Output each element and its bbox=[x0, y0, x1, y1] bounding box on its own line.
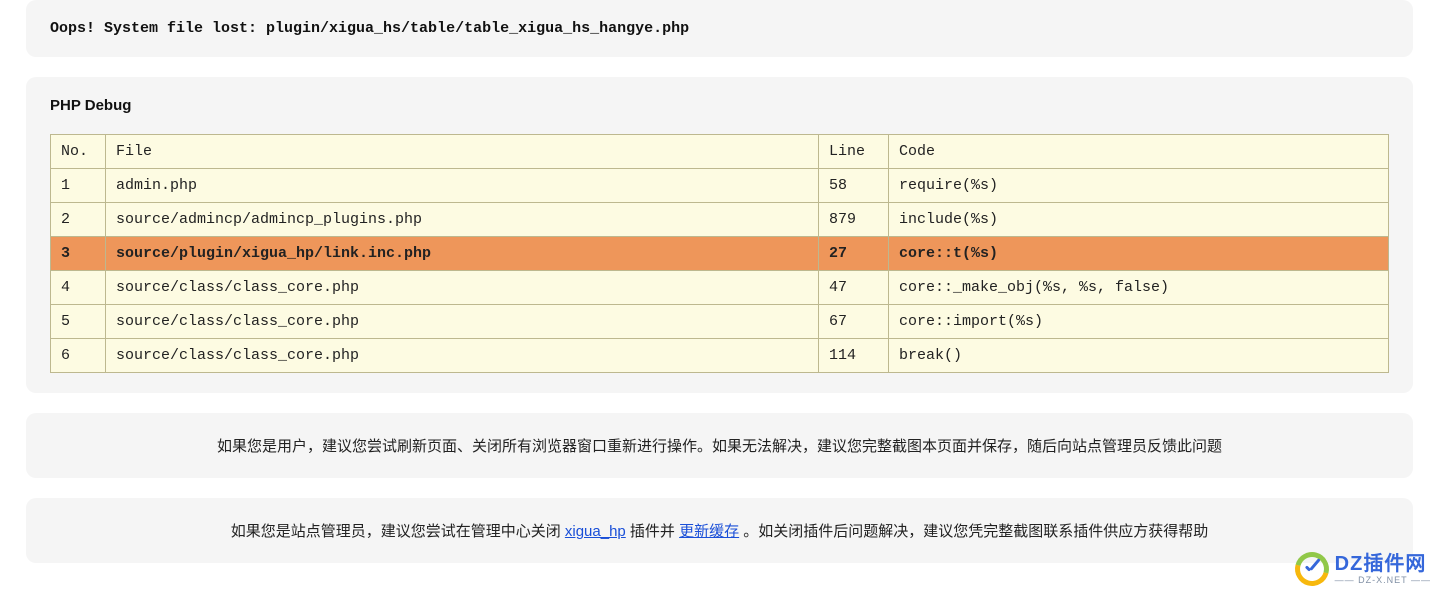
cell-line: 27 bbox=[819, 237, 889, 271]
advice-user-text: 如果您是用户，建议您尝试刷新页面、关闭所有浏览器窗口重新进行操作。如果无法解决，… bbox=[217, 438, 1222, 455]
advice-user-panel: 如果您是用户，建议您尝试刷新页面、关闭所有浏览器窗口重新进行操作。如果无法解决，… bbox=[26, 413, 1413, 478]
cell-file: source/class/class_core.php bbox=[106, 271, 819, 305]
cell-code: include(%s) bbox=[889, 203, 1389, 237]
cell-no: 5 bbox=[51, 305, 106, 339]
cell-no: 3 bbox=[51, 237, 106, 271]
cell-file: source/class/class_core.php bbox=[106, 339, 819, 373]
cell-line: 58 bbox=[819, 169, 889, 203]
table-row: 1 admin.php 58 require(%s) bbox=[51, 169, 1389, 203]
cell-line: 47 bbox=[819, 271, 889, 305]
col-header-file: File bbox=[106, 135, 819, 169]
cell-code: break() bbox=[889, 339, 1389, 373]
debug-table-body: 1 admin.php 58 require(%s) 2 source/admi… bbox=[51, 169, 1389, 373]
error-panel: Oops! System file lost: plugin/xigua_hs/… bbox=[26, 0, 1413, 57]
cell-file: source/plugin/xigua_hp/link.inc.php bbox=[106, 237, 819, 271]
cell-file: source/class/class_core.php bbox=[106, 305, 819, 339]
cell-no: 4 bbox=[51, 271, 106, 305]
cell-line: 879 bbox=[819, 203, 889, 237]
col-header-code: Code bbox=[889, 135, 1389, 169]
cell-no: 6 bbox=[51, 339, 106, 373]
cell-no: 1 bbox=[51, 169, 106, 203]
table-header-row: No. File Line Code bbox=[51, 135, 1389, 169]
table-row-highlight: 3 source/plugin/xigua_hp/link.inc.php 27… bbox=[51, 237, 1389, 271]
debug-title: PHP Debug bbox=[50, 97, 1389, 114]
cell-line: 114 bbox=[819, 339, 889, 373]
cell-line: 67 bbox=[819, 305, 889, 339]
cell-code: core::_make_obj(%s, %s, false) bbox=[889, 271, 1389, 305]
table-row: 5 source/class/class_core.php 67 core::i… bbox=[51, 305, 1389, 339]
table-row: 6 source/class/class_core.php 114 break(… bbox=[51, 339, 1389, 373]
col-header-no: No. bbox=[51, 135, 106, 169]
refresh-cache-link[interactable]: 更新缓存 bbox=[679, 523, 739, 540]
advice-admin-panel: 如果您是站点管理员，建议您尝试在管理中心关闭 xigua_hp 插件并 更新缓存… bbox=[26, 498, 1413, 563]
cell-code: require(%s) bbox=[889, 169, 1389, 203]
debug-table: No. File Line Code 1 admin.php 58 requir… bbox=[50, 134, 1389, 373]
advice-admin-prefix: 如果您是站点管理员，建议您尝试在管理中心关闭 bbox=[231, 523, 565, 540]
advice-admin-mid: 插件并 bbox=[626, 523, 679, 540]
table-row: 4 source/class/class_core.php 47 core::_… bbox=[51, 271, 1389, 305]
cell-no: 2 bbox=[51, 203, 106, 237]
watermark-subtext: —— DZ-X.NET —— bbox=[1335, 576, 1431, 585]
error-message: Oops! System file lost: plugin/xigua_hs/… bbox=[50, 20, 1389, 37]
col-header-line: Line bbox=[819, 135, 889, 169]
table-row: 2 source/admincp/admincp_plugins.php 879… bbox=[51, 203, 1389, 237]
cell-file: source/admincp/admincp_plugins.php bbox=[106, 203, 819, 237]
cell-code: core::import(%s) bbox=[889, 305, 1389, 339]
advice-admin-suffix: 。如关闭插件后问题解决，建议您凭完整截图联系插件供应方获得帮助 bbox=[739, 523, 1208, 540]
plugin-link[interactable]: xigua_hp bbox=[565, 523, 626, 540]
cell-code: core::t(%s) bbox=[889, 237, 1389, 271]
cell-file: admin.php bbox=[106, 169, 819, 203]
debug-panel: PHP Debug No. File Line Code 1 admin.php… bbox=[26, 77, 1413, 393]
